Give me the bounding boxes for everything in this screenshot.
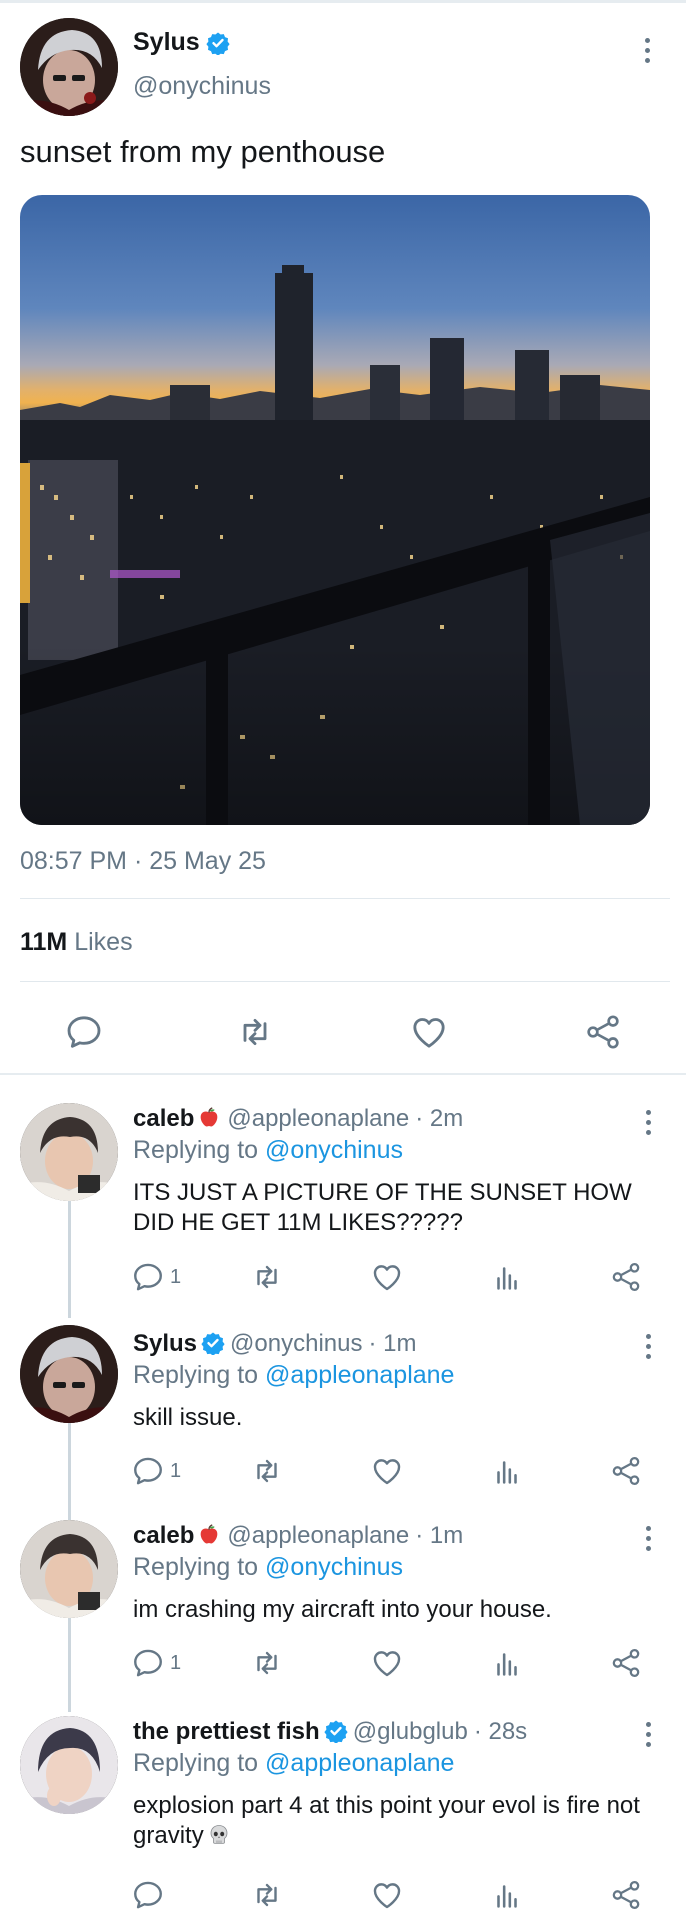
tweet-text: sunset from my penthouse bbox=[20, 134, 386, 169]
reply-actions: 1 bbox=[0, 1646, 686, 1682]
reply-count: 1 bbox=[170, 1460, 182, 1482]
more-options-icon[interactable] bbox=[643, 1526, 653, 1551]
reply-header: the prettiest fish @glubglub · 28s bbox=[133, 1718, 527, 1746]
verified-badge-icon bbox=[324, 1720, 348, 1744]
replying-to: Replying to @appleonaplane bbox=[133, 1361, 455, 1389]
reply-icon[interactable] bbox=[131, 1260, 165, 1294]
reply-time: · 2m bbox=[415, 1105, 464, 1132]
reply-time: · 1m bbox=[368, 1330, 417, 1357]
more-options-icon[interactable] bbox=[643, 1110, 653, 1135]
reply-text: explosion part 4 at this point your evol… bbox=[133, 1792, 640, 1849]
mention-link[interactable]: @onychinus bbox=[265, 1136, 403, 1164]
retweet-icon[interactable] bbox=[249, 1260, 285, 1294]
author-handle[interactable]: @appleonaplane bbox=[227, 1522, 409, 1550]
reply-time: · 1m bbox=[415, 1522, 464, 1549]
mention-link[interactable]: @appleonaplane bbox=[265, 1749, 454, 1777]
retweet-icon[interactable] bbox=[234, 1012, 276, 1052]
reply-icon[interactable] bbox=[131, 1646, 165, 1680]
share-icon[interactable] bbox=[609, 1454, 643, 1488]
more-options-icon[interactable] bbox=[643, 1722, 653, 1747]
like-icon[interactable] bbox=[370, 1260, 404, 1294]
replying-to: Replying to @onychinus bbox=[133, 1553, 403, 1581]
thread-line bbox=[68, 1198, 71, 1318]
reply-text: im crashing my aircraft into your house. bbox=[133, 1596, 552, 1623]
author-name[interactable]: caleb bbox=[133, 1105, 222, 1133]
retweet-icon[interactable] bbox=[249, 1878, 285, 1912]
analytics-icon[interactable] bbox=[490, 1878, 524, 1912]
reply-actions: 1 bbox=[0, 1454, 686, 1490]
more-options-icon[interactable] bbox=[642, 38, 652, 63]
reply-icon[interactable] bbox=[131, 1454, 165, 1488]
more-options-icon[interactable] bbox=[643, 1334, 653, 1359]
reply-icon[interactable] bbox=[64, 1012, 104, 1052]
analytics-icon[interactable] bbox=[490, 1646, 524, 1680]
tweet-photo[interactable] bbox=[20, 195, 650, 825]
avatar[interactable] bbox=[20, 1520, 118, 1618]
top-border bbox=[0, 0, 686, 3]
author-handle[interactable]: @glubglub bbox=[353, 1718, 468, 1746]
verified-badge-icon bbox=[201, 1332, 225, 1356]
section-divider bbox=[0, 1073, 686, 1075]
tweet-timestamp: 08:57 PM · 25 May 25 bbox=[20, 847, 266, 875]
author-name[interactable]: Sylus bbox=[133, 1330, 225, 1358]
author-name[interactable]: the prettiest fish bbox=[133, 1718, 348, 1746]
avatar[interactable] bbox=[20, 1103, 118, 1201]
replying-to: Replying to @onychinus bbox=[133, 1136, 403, 1164]
verified-badge-icon bbox=[206, 32, 230, 55]
retweet-icon[interactable] bbox=[249, 1454, 285, 1488]
mention-link[interactable]: @appleonaplane bbox=[265, 1361, 454, 1389]
divider bbox=[20, 981, 670, 982]
like-icon[interactable] bbox=[370, 1878, 404, 1912]
reply-actions bbox=[0, 1878, 686, 1914]
reply-count: 1 bbox=[170, 1266, 182, 1288]
share-icon[interactable] bbox=[609, 1878, 643, 1912]
reply-actions: 1 bbox=[0, 1260, 686, 1296]
mention-link[interactable]: @onychinus bbox=[265, 1553, 403, 1581]
reply-count: 1 bbox=[170, 1652, 182, 1674]
analytics-icon[interactable] bbox=[490, 1260, 524, 1294]
likes-summary[interactable]: 11M Likes bbox=[20, 928, 133, 957]
share-icon[interactable] bbox=[583, 1012, 623, 1052]
skull-icon bbox=[210, 1824, 228, 1844]
author-handle[interactable]: @onychinus bbox=[230, 1330, 362, 1358]
divider bbox=[20, 898, 670, 899]
author-name[interactable]: Sylus bbox=[133, 28, 230, 57]
share-icon[interactable] bbox=[609, 1260, 643, 1294]
likes-label: Likes bbox=[74, 928, 133, 956]
avatar[interactable] bbox=[20, 1325, 118, 1423]
like-icon[interactable] bbox=[370, 1454, 404, 1488]
avatar[interactable] bbox=[20, 1716, 118, 1814]
reply-header: caleb @appleonaplane · 2m bbox=[133, 1105, 463, 1133]
tweet-actions bbox=[0, 1006, 686, 1056]
apple-icon bbox=[201, 1524, 218, 1544]
avatar[interactable] bbox=[20, 18, 118, 116]
reply-icon[interactable] bbox=[131, 1878, 165, 1912]
author-name-text: Sylus bbox=[133, 28, 200, 56]
reply-header: Sylus @onychinus · 1m bbox=[133, 1330, 416, 1358]
reply-text: ITS JUST A PICTURE OF THE SUNSET HOW DID… bbox=[133, 1179, 632, 1236]
reply-text: skill issue. bbox=[133, 1404, 243, 1431]
like-icon[interactable] bbox=[370, 1646, 404, 1680]
apple-icon bbox=[201, 1107, 218, 1127]
like-icon[interactable] bbox=[409, 1012, 449, 1052]
likes-count: 11M bbox=[20, 928, 68, 956]
retweet-icon[interactable] bbox=[249, 1646, 285, 1680]
reply-header: caleb @appleonaplane · 1m bbox=[133, 1522, 463, 1550]
author-handle[interactable]: @appleonaplane bbox=[227, 1105, 409, 1133]
replying-to: Replying to @appleonaplane bbox=[133, 1749, 455, 1777]
author-handle[interactable]: @onychinus bbox=[133, 72, 271, 101]
reply-time: · 28s bbox=[473, 1718, 528, 1745]
share-icon[interactable] bbox=[609, 1646, 643, 1680]
author-name[interactable]: caleb bbox=[133, 1522, 222, 1550]
analytics-icon[interactable] bbox=[490, 1454, 524, 1488]
